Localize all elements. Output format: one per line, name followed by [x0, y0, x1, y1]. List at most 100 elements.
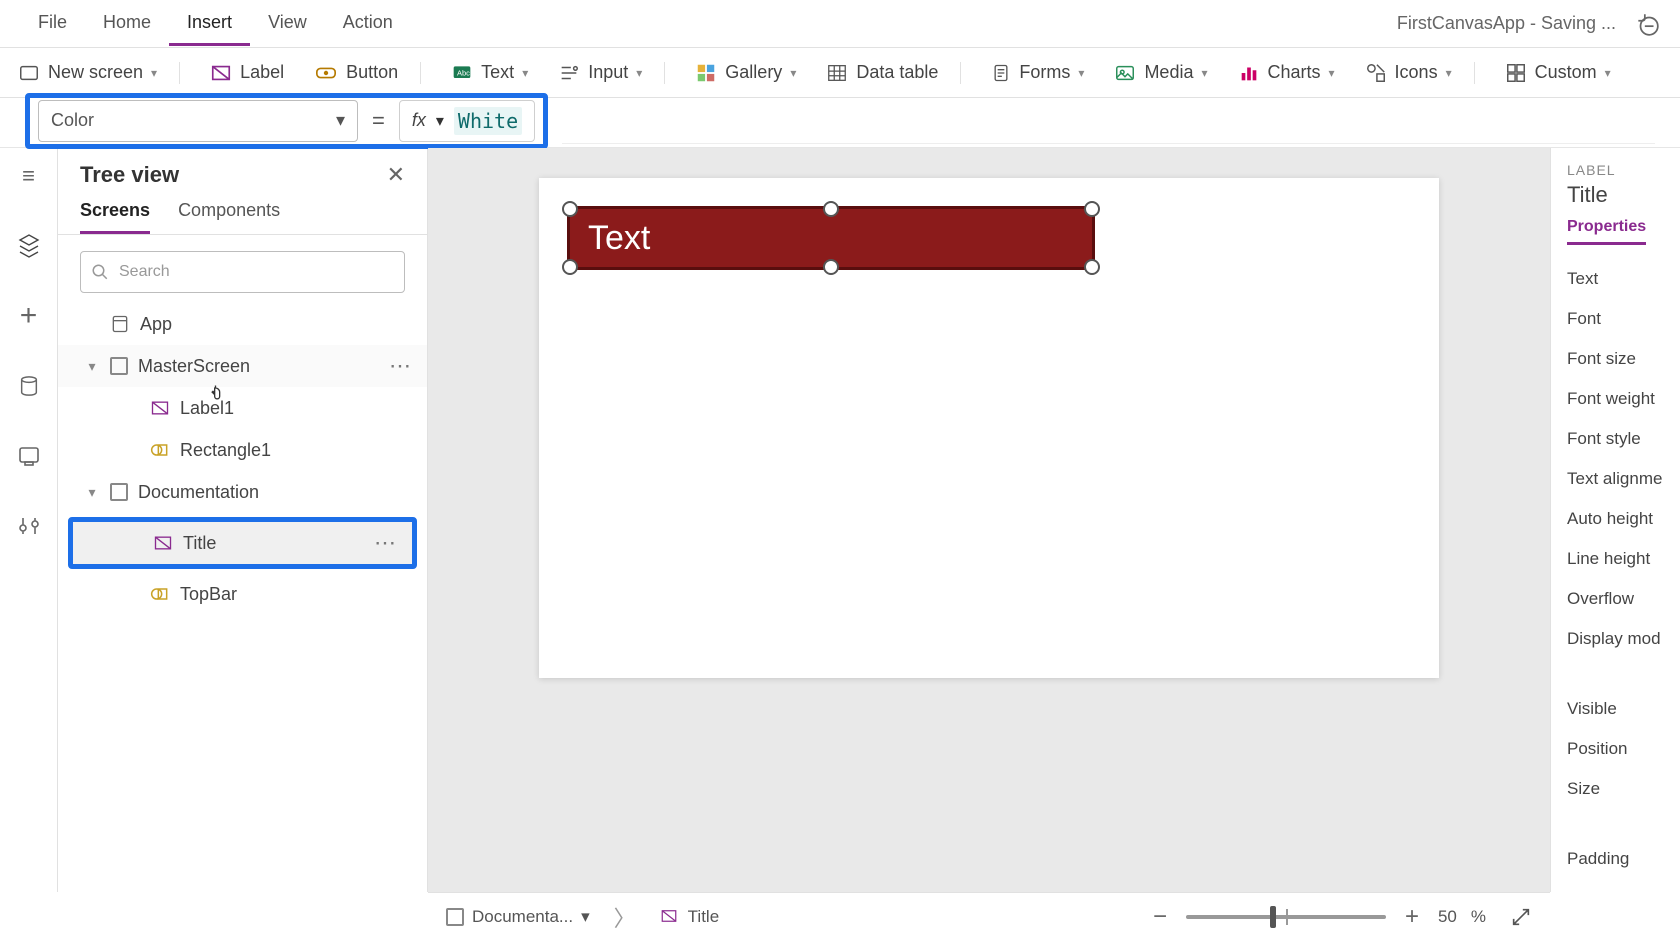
control-type: LABEL	[1567, 162, 1680, 178]
label-icon	[153, 533, 173, 553]
insert-icon[interactable]: +	[9, 296, 49, 336]
property-dropdown[interactable]: Color ▾	[38, 100, 358, 142]
ribbon-gallery[interactable]: Gallery ▾	[695, 62, 796, 84]
forms-label: Forms	[1019, 62, 1070, 83]
close-icon[interactable]: ✕	[387, 162, 405, 188]
resize-handle[interactable]	[562, 201, 578, 217]
label-icon	[150, 398, 170, 418]
menu-action[interactable]: Action	[325, 2, 411, 46]
resize-handle[interactable]	[823, 259, 839, 275]
chevron-down-icon: ▾	[1201, 66, 1207, 80]
chevron-down-icon: ▾	[1329, 66, 1335, 80]
new-screen-button[interactable]: New screen ▾	[18, 62, 180, 84]
treeview-icon[interactable]	[9, 226, 49, 266]
breadcrumb-control[interactable]: Title	[660, 907, 720, 927]
prop-display-mode[interactable]: Display mod	[1567, 619, 1680, 659]
zoom-out-button[interactable]: −	[1148, 903, 1172, 931]
menu-file[interactable]: File	[20, 2, 85, 46]
tree-label1[interactable]: Label1	[58, 387, 427, 429]
menu-home[interactable]: Home	[85, 2, 169, 46]
new-screen-label: New screen	[48, 62, 143, 83]
prop-font-style[interactable]: Font style	[1567, 419, 1680, 459]
tree-masterscreen[interactable]: ▾ MasterScreen ⋯	[58, 345, 427, 387]
prop-font-weight[interactable]: Font weight	[1567, 379, 1680, 419]
button-label: Button	[346, 62, 398, 83]
chevron-down-icon: ▾	[151, 66, 157, 80]
tab-screens[interactable]: Screens	[80, 200, 150, 234]
tree-title[interactable]: Title ⋯	[73, 522, 412, 564]
custom-label: Custom	[1535, 62, 1597, 83]
formula-bar: Color ▾ = fx ▾ White	[0, 98, 1680, 148]
shape-icon	[150, 440, 170, 460]
tab-components[interactable]: Components	[178, 200, 280, 234]
zoom-slider[interactable]	[1186, 915, 1386, 919]
app-checker-icon[interactable]	[1634, 11, 1660, 37]
menu-insert[interactable]: Insert	[169, 2, 250, 46]
prop-size[interactable]: Size	[1567, 769, 1680, 809]
ribbon-charts[interactable]: Charts ▾	[1238, 62, 1335, 84]
ribbon-forms[interactable]: Forms ▾	[991, 62, 1084, 84]
chevron-down-icon: ▾	[636, 66, 642, 80]
tree-rectangle1[interactable]: Rectangle1	[58, 429, 427, 471]
charts-label: Charts	[1268, 62, 1321, 83]
tree-view-panel: Tree view ✕ Screens Components Search Ap…	[58, 148, 428, 892]
ribbon-button[interactable]: Button	[314, 62, 421, 84]
canvas-area[interactable]: Text	[428, 148, 1550, 892]
label-icon	[660, 907, 680, 927]
advanced-tools-icon[interactable]	[9, 506, 49, 546]
search-input[interactable]: Search	[80, 251, 405, 293]
ribbon-data-table[interactable]: Data table	[826, 62, 961, 84]
selected-label-control[interactable]: Text	[567, 206, 1095, 270]
tree-topbar[interactable]: TopBar	[58, 573, 427, 615]
formula-rest[interactable]	[562, 102, 1655, 144]
tree-documentation[interactable]: ▾ Documentation	[58, 471, 427, 513]
chevron-down-icon: ▾	[522, 66, 528, 80]
chevron-down-icon: ▾	[1078, 66, 1084, 80]
data-icon[interactable]	[9, 366, 49, 406]
ribbon-media[interactable]: Media ▾	[1114, 62, 1207, 84]
prop-overflow[interactable]: Overflow	[1567, 579, 1680, 619]
zoom-slider-thumb[interactable]	[1270, 906, 1276, 928]
prop-position[interactable]: Position	[1567, 729, 1680, 769]
ribbon-icons[interactable]: Icons ▾	[1365, 62, 1475, 84]
resize-handle[interactable]	[1084, 259, 1100, 275]
prop-text[interactable]: Text	[1567, 259, 1680, 299]
treeview-title: Tree view	[80, 162, 179, 188]
media-label: Media	[1144, 62, 1193, 83]
data-table-label: Data table	[856, 62, 938, 83]
hamburger-icon[interactable]: ≡	[9, 156, 49, 196]
prop-font[interactable]: Font	[1567, 299, 1680, 339]
tree-app[interactable]: App	[58, 303, 427, 345]
prop-text-align[interactable]: Text alignme	[1567, 459, 1680, 499]
icons-label: Icons	[1395, 62, 1438, 83]
breadcrumb-screen[interactable]: Documenta... ▾	[446, 907, 590, 927]
ribbon-custom[interactable]: Custom ▾	[1505, 62, 1611, 84]
resize-handle[interactable]	[823, 201, 839, 217]
fx-icon: fx	[412, 110, 426, 131]
prop-visible[interactable]: Visible	[1567, 689, 1680, 729]
resize-handle[interactable]	[1084, 201, 1100, 217]
more-icon[interactable]: ⋯	[389, 353, 413, 379]
prop-auto-height[interactable]: Auto height	[1567, 499, 1680, 539]
resize-handle[interactable]	[562, 259, 578, 275]
prop-font-size[interactable]: Font size	[1567, 339, 1680, 379]
main-area: ≡ + Tree view ✕ Screens Components Searc…	[0, 148, 1680, 892]
screen-canvas[interactable]: Text	[539, 178, 1439, 678]
ribbon-label[interactable]: Label	[210, 62, 284, 84]
ribbon-text[interactable]: Abc Text ▾	[451, 62, 528, 83]
tree-masterscreen-label: MasterScreen	[138, 356, 250, 377]
zoom-in-button[interactable]: +	[1400, 903, 1424, 931]
prop-padding[interactable]: Padding	[1567, 839, 1680, 879]
menu-view[interactable]: View	[250, 2, 325, 46]
media-pane-icon[interactable]	[9, 436, 49, 476]
screen-icon	[110, 357, 128, 375]
svg-text:Abc: Abc	[457, 68, 470, 77]
shape-icon	[150, 584, 170, 604]
fullscreen-icon[interactable]	[1510, 906, 1532, 928]
prop-line-height[interactable]: Line height	[1567, 539, 1680, 579]
more-icon[interactable]: ⋯	[374, 530, 398, 556]
search-icon	[91, 263, 109, 281]
formula-input[interactable]: fx ▾ White	[399, 100, 535, 142]
ribbon-input[interactable]: Input ▾	[558, 62, 665, 84]
properties-tab[interactable]: Properties	[1567, 218, 1646, 245]
